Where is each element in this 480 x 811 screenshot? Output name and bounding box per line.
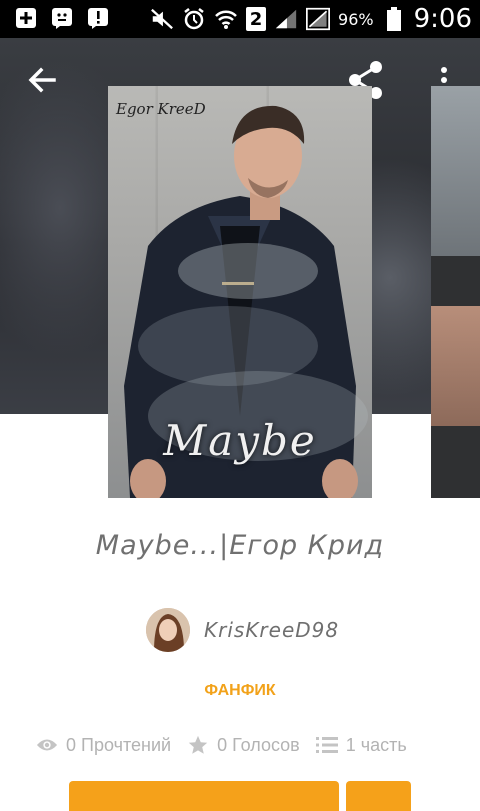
votes-count: 0 Голосов — [217, 734, 300, 755]
alert-icon — [86, 6, 110, 30]
cover-title-text: Maybe — [163, 416, 317, 465]
parts-count: 1 часть — [345, 734, 407, 755]
add-to-library-button[interactable] — [346, 781, 411, 811]
avatar[interactable] — [146, 608, 190, 652]
arrow-back-icon — [28, 67, 56, 93]
author-name[interactable]: KrisKreeD98 — [204, 618, 339, 642]
back-button[interactable] — [24, 62, 60, 98]
cover-author-text: Egor KreeD — [116, 100, 206, 118]
signal-icon — [274, 7, 298, 31]
list-icon — [315, 734, 338, 756]
mute-icon — [150, 7, 174, 31]
no-signal-icon — [306, 7, 331, 31]
genre-label[interactable]: ФАНФИК — [0, 682, 480, 700]
status-bar: 2 96% 9:06 — [0, 0, 480, 38]
reads-count: 0 Прочтений — [66, 734, 172, 755]
next-story-cover[interactable] — [431, 86, 480, 498]
eye-icon — [36, 734, 58, 756]
clock: 9:06 — [413, 4, 472, 34]
star-icon — [187, 734, 209, 756]
alarm-icon — [182, 7, 206, 31]
reads-stat: 0 Прочтений — [36, 734, 171, 756]
story-stats: 0 Прочтений 0 Голосов 1 часть — [36, 734, 407, 756]
story-cover[interactable]: Egor KreeD Maybe — [108, 86, 372, 498]
wifi-icon — [214, 7, 238, 31]
battery-percent: 96% — [338, 9, 374, 29]
sim-badge: 2 — [246, 7, 267, 31]
story-title: Maybe...|Егор Крид — [95, 530, 385, 561]
plus-icon — [14, 6, 38, 30]
emoji-icon — [50, 6, 74, 30]
read-button[interactable] — [69, 781, 339, 811]
parts-stat: 1 часть — [315, 734, 407, 756]
votes-stat: 0 Голосов — [187, 734, 300, 756]
author-row[interactable]: KrisKreeD98 — [146, 608, 339, 652]
battery-icon — [382, 7, 406, 31]
